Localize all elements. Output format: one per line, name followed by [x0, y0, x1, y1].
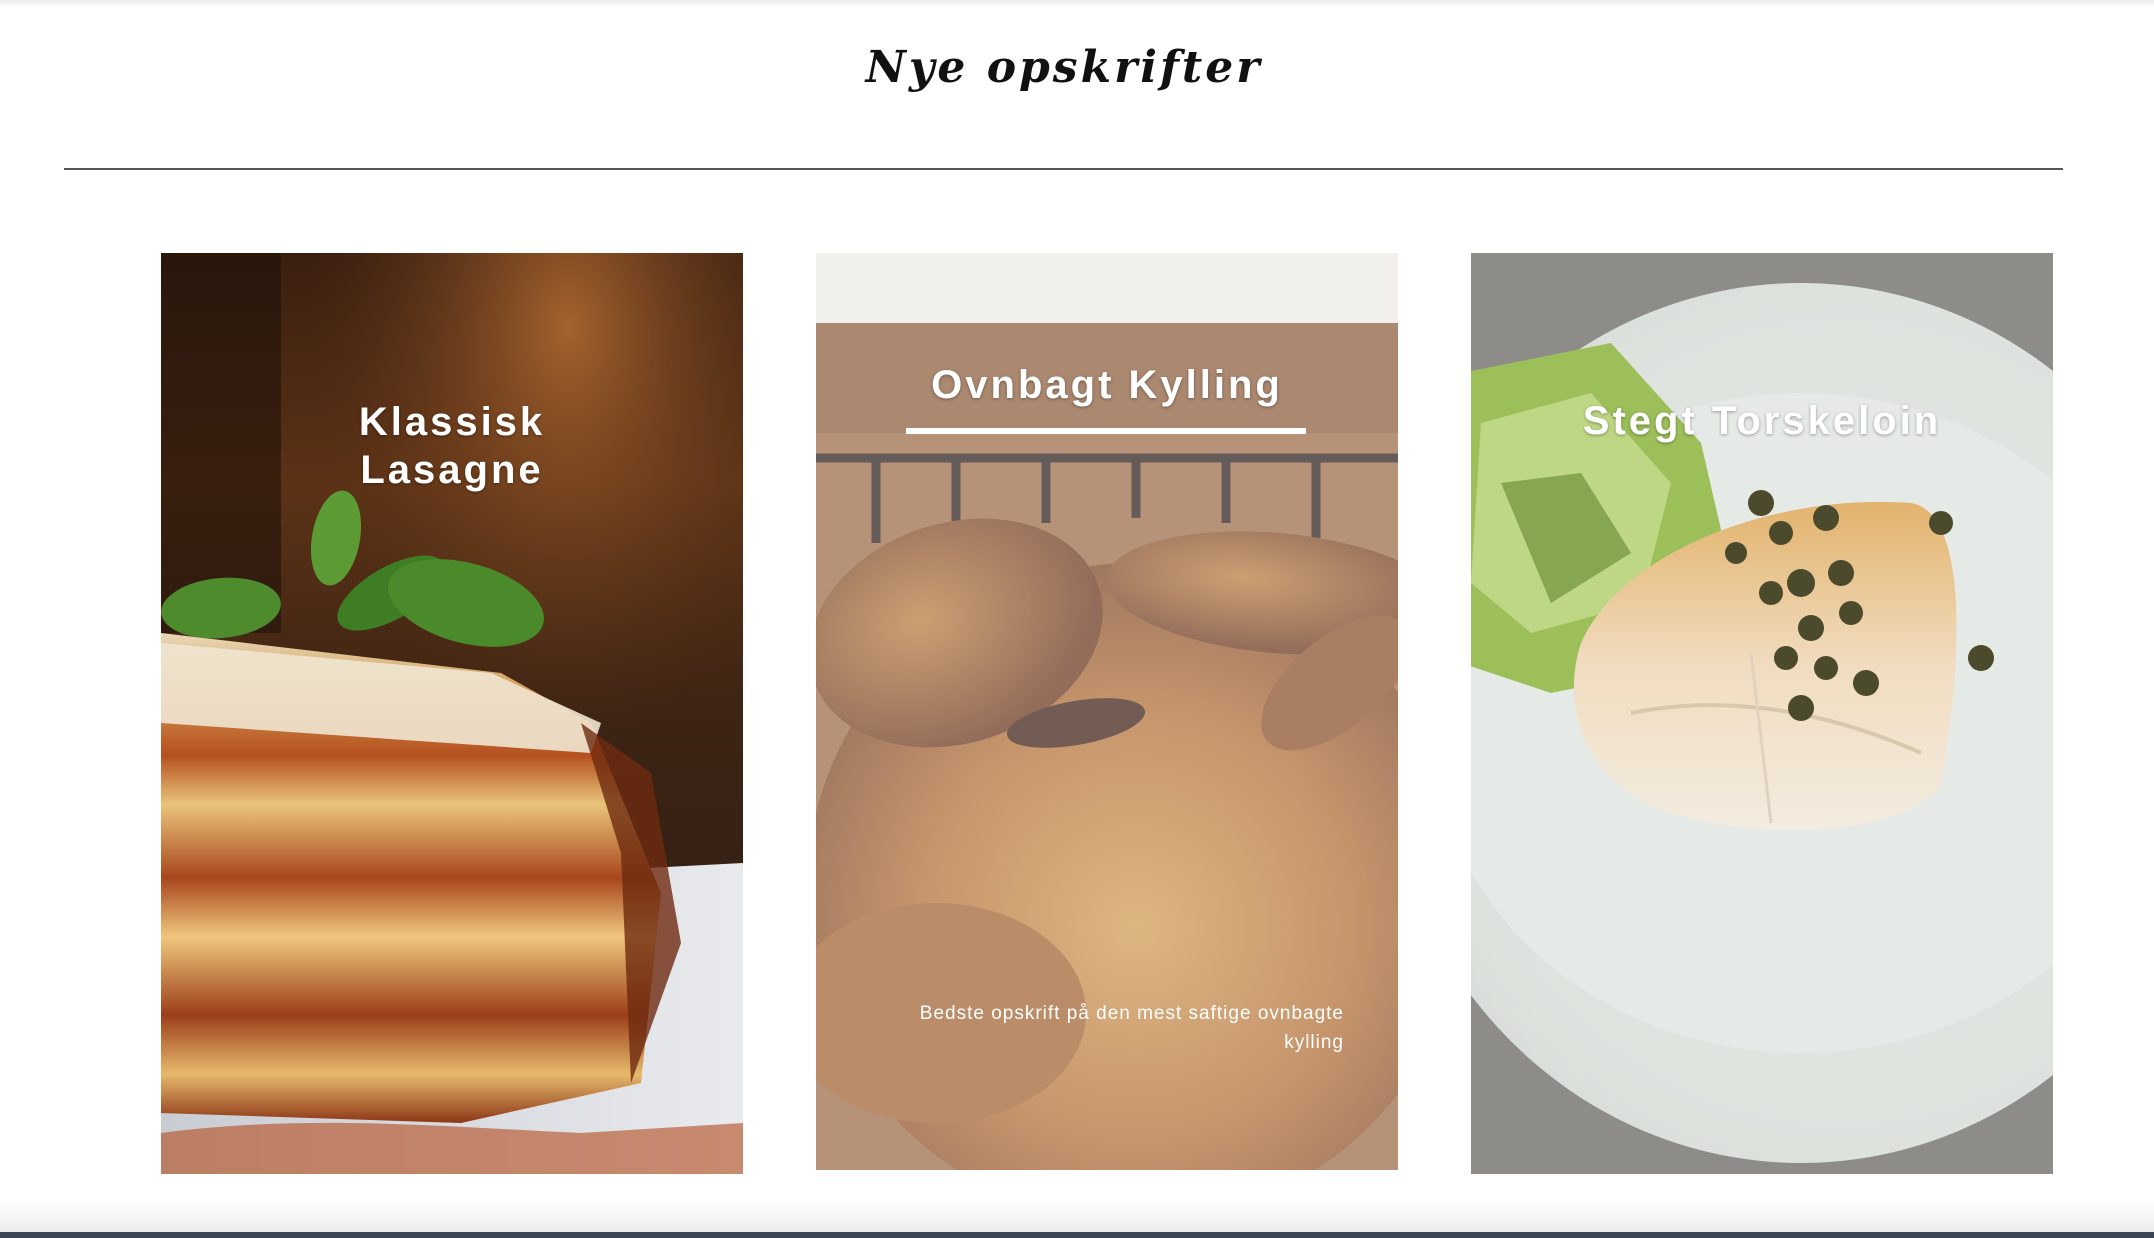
top-edge [0, 0, 2154, 8]
recipe-title[interactable]: Klassisk Lasagne [161, 398, 743, 494]
recipe-title[interactable]: Ovnbagt Kylling [816, 361, 1398, 409]
page-title: Nye opskrifter [865, 42, 1263, 93]
title-underline [906, 428, 1306, 434]
lasagne-photo [161, 253, 743, 1174]
recipe-title[interactable]: Stegt Torskeloin [1471, 397, 2053, 445]
recipe-description: Bedste opskrift på den mest saftige ovnb… [919, 1003, 1344, 1053]
recipe-card-lasagne[interactable]: Klassisk Lasagne [161, 253, 743, 1174]
bottom-bar [0, 1232, 2154, 1238]
fried-cod-photo [1471, 253, 2053, 1174]
recipe-card-cod[interactable]: Stegt Torskeloin [1471, 253, 2053, 1174]
section-divider [64, 168, 2063, 170]
recipe-card-chicken[interactable]: Ovnbagt Kylling Bedste opskrift på den m… [816, 253, 1398, 1170]
recipes-page: Nye opskrifter Klassisk Lasagne Ovnbagt … [0, 0, 2154, 1238]
bottom-fade [0, 1200, 2154, 1232]
